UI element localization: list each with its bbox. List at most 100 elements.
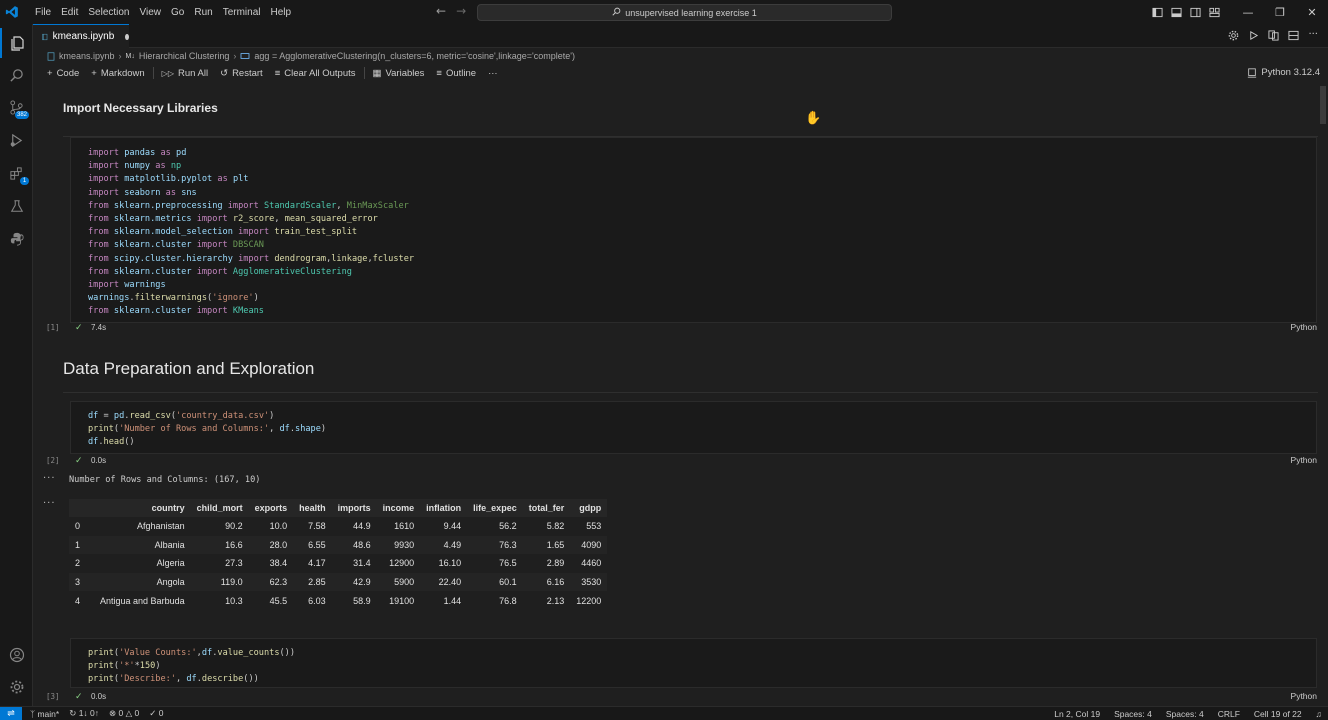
run-all-button[interactable]: ▷▷ Run All — [156, 68, 214, 79]
split-editor-icon[interactable] — [1288, 30, 1299, 41]
breadcrumb-symbol[interactable]: agg = AgglomerativeClustering(n_clusters… — [254, 51, 575, 61]
editor-actions: ··· — [1228, 30, 1318, 41]
code-line: import seaborn as sns — [88, 187, 197, 198]
variables-button[interactable]: ▦ Variables — [367, 68, 431, 79]
table-cell: 119.0 — [190, 572, 249, 592]
menu-view[interactable]: View — [135, 7, 167, 18]
unsaved-dot-icon[interactable] — [125, 33, 129, 40]
customize-layout-icon[interactable] — [1209, 7, 1220, 18]
clear-all-label: Clear All Outputs — [284, 67, 356, 79]
output-more-icon[interactable]: ··· — [43, 498, 56, 509]
outline-icon: ≡ — [436, 67, 442, 79]
add-code-button[interactable]: + Code — [41, 68, 85, 79]
table-row: 4 Antigua and Barbuda 10.3 45.5 6.03 58.… — [69, 591, 607, 610]
ports-indicator[interactable]: ✓ 0 — [149, 708, 163, 719]
cell-1-language[interactable]: Python — [1291, 322, 1317, 332]
code-line: from sklearn.cluster import DBSCAN — [88, 240, 264, 251]
extensions-icon[interactable]: 1 — [0, 158, 33, 188]
indentation-1[interactable]: Spaces: 4 — [1114, 709, 1152, 719]
toggle-panel-icon[interactable] — [1171, 7, 1182, 18]
python-icon[interactable] — [0, 224, 33, 254]
notifications-bell-icon[interactable]: ♫ — [1316, 709, 1322, 719]
problems-indicator[interactable]: ⊗ 0 △ 0 — [109, 708, 139, 719]
back-arrow-icon[interactable]: ← — [436, 4, 446, 18]
cell-2-language[interactable]: Python — [1291, 455, 1317, 465]
toolbar-more-button[interactable]: ··· — [482, 68, 504, 79]
explorer-icon[interactable] — [0, 28, 33, 58]
code-cell-3[interactable]: print('Value Counts:',df.value_counts())… — [70, 638, 1317, 688]
code-line: warnings.filterwarnings('ignore') — [88, 293, 259, 304]
restart-button[interactable]: ↺ Restart — [214, 68, 269, 79]
cursor-position[interactable]: Ln 2, Col 19 — [1054, 709, 1100, 719]
restore-icon[interactable]: ❐ — [1264, 0, 1296, 24]
vertical-scrollbar[interactable] — [1318, 82, 1328, 706]
end-of-line[interactable]: CRLF — [1218, 709, 1240, 719]
close-icon[interactable]: ✕ — [1296, 0, 1328, 24]
cell-indicator[interactable]: Cell 19 of 22 — [1254, 709, 1302, 719]
settings-gear-icon[interactable] — [0, 672, 33, 702]
notebook-file-icon — [42, 33, 48, 40]
menu-go[interactable]: Go — [166, 7, 189, 18]
cell-3-source[interactable]: print('Value Counts:',df.value_counts())… — [88, 647, 295, 687]
code-line: print('*'*150) — [88, 661, 161, 672]
markdown-heading-data-prep[interactable]: Data Preparation and Exploration — [63, 359, 314, 379]
clear-all-outputs-button[interactable]: ≡ Clear All Outputs — [269, 68, 362, 79]
cell-2-source[interactable]: df = pd.read_csv('country_data.csv') prin… — [88, 410, 326, 450]
table-cell: 2 — [75, 558, 81, 569]
add-markdown-label: Markdown — [100, 67, 145, 79]
column-header — [69, 499, 95, 517]
compare-changes-icon[interactable] — [1268, 30, 1279, 41]
run-icon[interactable] — [1248, 30, 1259, 41]
table-cell: 4.49 — [420, 535, 468, 555]
code-cell-2[interactable]: df = pd.read_csv('country_data.csv') prin… — [70, 401, 1317, 454]
cell-1-time: 7.4s — [91, 322, 107, 332]
breadcrumb-section[interactable]: Hierarchical Clustering — [139, 51, 230, 61]
table-cell: 6.03 — [308, 595, 326, 606]
outline-button[interactable]: ≡ Outline — [430, 68, 482, 79]
ports-icon: ✓ — [149, 708, 157, 718]
menu-run[interactable]: Run — [189, 7, 217, 18]
toggle-primary-sidebar-icon[interactable] — [1152, 7, 1163, 18]
account-icon[interactable] — [0, 640, 33, 670]
git-branch[interactable]: ᛉ main* — [30, 709, 59, 719]
nav-arrows: ← → — [436, 4, 466, 18]
table-cell: 10.3 — [225, 595, 243, 606]
column-header: child_mort — [190, 499, 249, 517]
more-actions-icon[interactable]: ··· — [1308, 30, 1318, 41]
table-cell: 56.2 — [499, 521, 517, 532]
command-center-search[interactable]: unsupervised learning exercise 1 — [477, 4, 892, 21]
menu-help[interactable]: Help — [266, 7, 297, 18]
breadcrumb-file[interactable]: kmeans.ipynb — [59, 51, 115, 61]
code-cell-1[interactable]: import pandas as pd import numpy as np imp… — [70, 137, 1317, 323]
menu-edit[interactable]: Edit — [56, 7, 83, 18]
menu-terminal[interactable]: Terminal — [218, 7, 266, 18]
column-header: income — [376, 499, 421, 517]
indentation-2[interactable]: Spaces: 4 — [1166, 709, 1204, 719]
sync-status[interactable]: ↻ 1↓ 0↑ — [69, 708, 99, 719]
menu-file[interactable]: File — [30, 7, 56, 18]
tab-kmeans-ipynb[interactable]: kmeans.ipynb — [33, 24, 129, 48]
add-markdown-button[interactable]: + Markdown — [85, 68, 150, 79]
toggle-secondary-sidebar-icon[interactable] — [1190, 7, 1201, 18]
markdown-heading-import[interactable]: Import Necessary Libraries — [63, 101, 218, 115]
cell-3-language[interactable]: Python — [1291, 691, 1317, 701]
cell-3-status: [3] ✓ 0.0s Python — [33, 690, 1317, 702]
table-cell: 22.40 — [420, 572, 468, 592]
table-cell: 27.3 — [225, 558, 243, 569]
editor-tab-bar: kmeans.ipynb ··· — [33, 24, 1328, 48]
output-more-icon[interactable]: ··· — [43, 473, 56, 484]
forward-arrow-icon[interactable]: → — [456, 4, 466, 18]
table-cell: 76.5 — [499, 558, 517, 569]
kernel-picker[interactable]: Python 3.12.4 — [1247, 67, 1320, 78]
source-control-icon[interactable]: 382 — [0, 92, 33, 122]
notebook-settings-gear-icon[interactable] — [1228, 30, 1239, 41]
scrollbar-thumb[interactable] — [1320, 86, 1326, 124]
minimize-icon[interactable]: — — [1232, 0, 1264, 24]
search-icon[interactable] — [0, 60, 33, 90]
cell-1-source[interactable]: import pandas as pd import numpy as np imp… — [88, 147, 414, 319]
remote-indicator-icon[interactable]: ⇌ — [0, 706, 22, 720]
run-debug-icon[interactable] — [0, 125, 33, 155]
code-line: from sklearn.cluster import Agglomerativ… — [88, 266, 352, 277]
menu-selection[interactable]: Selection — [83, 7, 134, 18]
testing-flask-icon[interactable] — [0, 191, 33, 221]
